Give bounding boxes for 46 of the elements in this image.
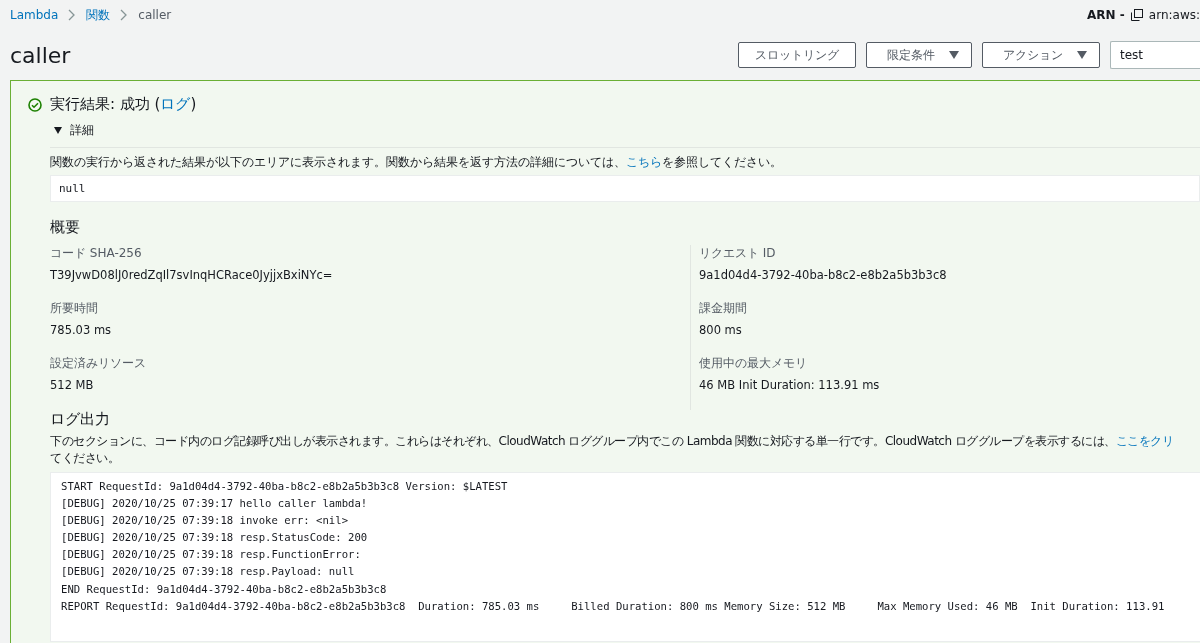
summary-heading: 概要 [50, 218, 81, 237]
log-line: [DEBUG] 2020/10/25 07:39:18 resp.Payload: null [61, 564, 356, 580]
caret-icon [1077, 51, 1087, 59]
field-label: コード SHA-256 [50, 245, 143, 262]
docs-link[interactable]: こちら [626, 155, 662, 169]
throttle-button[interactable]: スロットリング [738, 42, 856, 68]
log-line: [DEBUG] 2020/10/25 07:39:18 resp.StatusCode: 200 [61, 530, 369, 546]
result-description: 関数の実行から返された結果が以下のエリアに表示されます。関数から結果を返す方法の詳細については、こちら を参照してください。 [50, 154, 783, 171]
result-heading: 実行結果: 成功 (ログ) [50, 95, 197, 114]
log-line: END RequestId: 9a1d04d4-3792-40ba-b8c2-e8b2a5b3b3c8 [61, 581, 388, 597]
log-line: START RequestId: 9a1d04d4-3792-40ba-b8c2-e8b2a5b3b3c8 Version: $LATEST [61, 479, 509, 494]
log-line: [DEBUG] 2020/10/25 07:39:18 invoke err: <nil> [61, 513, 349, 529]
log-line: [DEBUG] 2020/10/25 07:39:18 resp.FunctionError: [61, 547, 362, 563]
field-label: 所要時間 [50, 300, 99, 317]
click-here-link[interactable]: ここをクリ [1115, 434, 1174, 448]
result-output: null [50, 175, 1200, 202]
field-value: 512 MB [50, 378, 95, 392]
breadcrumb-link[interactable]: 関数 [86, 6, 111, 24]
dropdown-button[interactable]: 限定条件 [866, 42, 972, 68]
field-label: 設定済みリソース [50, 355, 147, 372]
field-value: 9a1d04d4-3792-40ba-b8c2-e8b2a5b3b3c8 [699, 268, 948, 282]
chevron-icon [120, 9, 129, 21]
log-line: [DEBUG] 2020/10/25 07:39:17 hello caller lambda! [61, 496, 369, 512]
log-link[interactable]: ログ [160, 95, 191, 113]
field-label: リクエスト ID [699, 245, 777, 262]
arn-value: arn:aws: [1148, 8, 1200, 22]
function-title: caller [10, 42, 71, 68]
copy-icon[interactable] [1130, 9, 1143, 21]
field-value: 785.03 ms [50, 323, 113, 337]
arn-label: ARN - [1087, 8, 1125, 22]
dropdown-button[interactable]: アクション [982, 42, 1100, 68]
field-label: 使用中の最大メモリ [699, 355, 808, 372]
log-heading: ログ出力 [50, 410, 111, 429]
field-value: 46 MB Init Duration: 113.91 ms [699, 378, 881, 392]
field-value: 800 ms [699, 323, 743, 337]
caret-icon [949, 51, 959, 59]
test-event-select[interactable]: test [1110, 41, 1200, 69]
details-toggle[interactable]: 詳細 [54, 122, 1200, 139]
log-description: 下のセクションに、コード内のログ記録呼び出しが表示されます。これらはそれぞれ、CloudWatch ロググループ内でこの Lambda 関数に対応する単一行です。CloudWatch ロググループを表示するには、ここをクリ てください。 [50, 433, 1175, 467]
log-line: REPORT RequestId: 9a1d04d4-3792-40ba-b8c2-e8b2a5b3b3c8 Duration: 785.03 ms Billed Duration: 800 ms Memory Size: 512 MB Max Memory Used: 46 MB Init Duration: 113.91 [61, 598, 1166, 614]
field-value: T39JvwD08lJ0redZqIl7svInqHCRace0JyjjxBxiNYc= [50, 268, 334, 282]
breadcrumb-current: caller [138, 8, 172, 22]
breadcrumb-link[interactable]: Lambda [10, 8, 59, 22]
caret-icon [54, 127, 62, 134]
field-label: 課金期間 [699, 300, 748, 317]
chevron-icon [68, 9, 77, 21]
